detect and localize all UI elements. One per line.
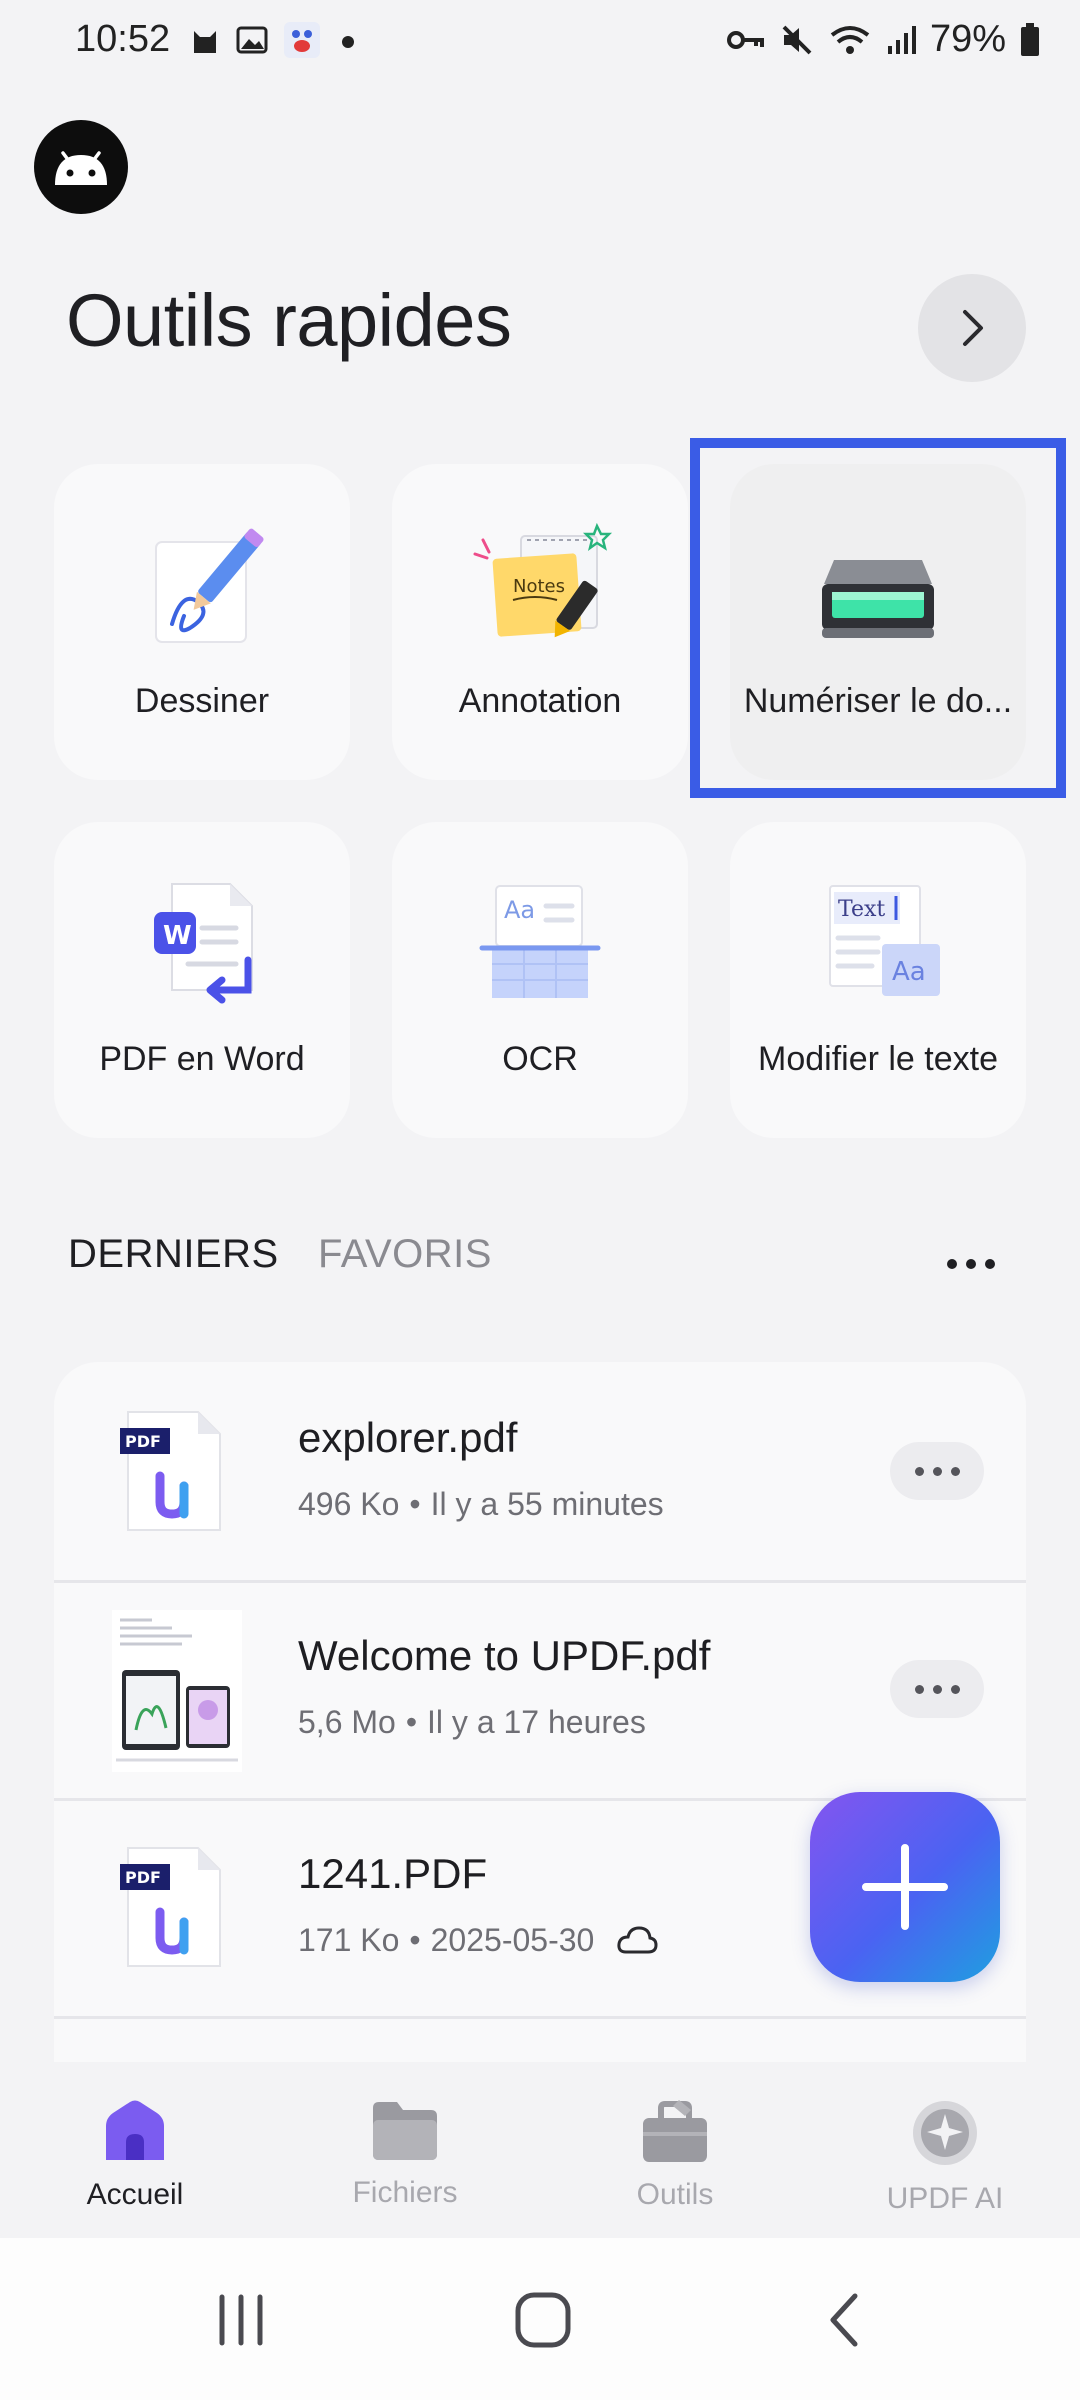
cat-icon bbox=[194, 31, 216, 53]
pdf-file-icon: PDF bbox=[120, 1411, 221, 1531]
nav-label: Accueil bbox=[86, 2178, 184, 2211]
tool-label: Modifier le texte bbox=[758, 1040, 998, 1078]
nav-tools[interactable]: Outils bbox=[575, 2098, 775, 2212]
document-preview-thumbnail bbox=[112, 1610, 242, 1772]
meta-separator: • bbox=[409, 1922, 421, 1958]
tool-pdf-to-word[interactable]: W PDF en Word bbox=[54, 822, 350, 1138]
file-meta: 171 Ko • 2025-05-30 bbox=[298, 1922, 658, 1959]
android-icon bbox=[55, 151, 107, 185]
mute-icon bbox=[782, 25, 812, 54]
nav-home[interactable]: Accueil bbox=[35, 2098, 235, 2212]
system-navigation-bar bbox=[0, 2238, 1080, 2400]
system-back-button[interactable] bbox=[800, 2290, 890, 2350]
file-row[interactable]: PDF explorer.pdf 496 Ko • Il y a 55 minu… bbox=[54, 1362, 1026, 1583]
file-name: explorer.pdf bbox=[298, 1414, 518, 1461]
nav-label: UPDF AI bbox=[886, 2182, 1004, 2215]
nav-updf-ai[interactable]: UPDF AI bbox=[845, 2098, 1045, 2216]
avatar[interactable] bbox=[34, 120, 128, 214]
file-name: Welcome to UPDF.pdf bbox=[298, 1632, 711, 1679]
battery-icon bbox=[1021, 22, 1039, 56]
file-name: 1241.PDF bbox=[298, 1850, 488, 1897]
wifi-icon bbox=[830, 25, 870, 54]
chevron-right-icon bbox=[963, 310, 983, 346]
tool-label: Annotation bbox=[458, 682, 622, 720]
paw-icon bbox=[284, 22, 320, 58]
plus-icon bbox=[862, 1844, 948, 1930]
more-horizontal-icon bbox=[947, 1259, 995, 1269]
tab-recent[interactable]: DERNIERS bbox=[68, 1232, 279, 1277]
edit-aa-text: Aa bbox=[892, 957, 926, 987]
tool-label: PDF en Word bbox=[99, 1040, 305, 1078]
file-more-button[interactable] bbox=[890, 1442, 984, 1500]
list-more-button[interactable] bbox=[945, 1236, 997, 1281]
battery-percent: 79% bbox=[929, 18, 1006, 60]
file-row[interactable]: Welcome to UPDF.pdf 5,6 Mo • Il y a 17 h… bbox=[54, 1580, 1026, 1801]
nav-files[interactable]: Fichiers bbox=[305, 2098, 505, 2210]
word-letter: W bbox=[163, 921, 192, 951]
tool-draw[interactable]: Dessiner bbox=[54, 464, 350, 780]
image-icon bbox=[236, 26, 268, 54]
pdf-to-word-icon: W bbox=[154, 883, 253, 1004]
file-size: 171 Ko bbox=[298, 1922, 400, 1958]
edit-text-icon: Text Aa bbox=[829, 885, 940, 996]
system-home-button[interactable] bbox=[498, 2290, 588, 2350]
toolbox-icon bbox=[643, 2100, 707, 2162]
annotation-icon: Notes bbox=[473, 522, 613, 638]
selection-highlight bbox=[690, 438, 1066, 798]
tool-label: OCR bbox=[502, 1040, 578, 1078]
quick-tools-more-button[interactable] bbox=[918, 274, 1026, 382]
pdf-badge: PDF bbox=[125, 1432, 161, 1451]
draw-icon bbox=[155, 528, 264, 643]
home-circle-icon bbox=[515, 2292, 571, 2348]
pdf-badge: PDF bbox=[125, 1868, 161, 1887]
file-meta: 496 Ko • Il y a 55 minutes bbox=[298, 1486, 664, 1523]
status-bar: 10:52 79% bbox=[0, 0, 1080, 90]
tool-edit-text[interactable]: Text Aa Modifier le texte bbox=[730, 822, 1026, 1138]
pdf-file-icon: PDF bbox=[120, 1847, 221, 1967]
status-icons-right: 79% bbox=[726, 18, 1040, 61]
ocr-aa-text: Aa bbox=[504, 896, 535, 924]
signal-icon bbox=[887, 25, 916, 54]
recents-icon bbox=[219, 2294, 263, 2346]
file-meta: 5,6 Mo • Il y a 17 heures bbox=[298, 1704, 646, 1741]
ai-icon bbox=[913, 2101, 977, 2165]
nav-label: Outils bbox=[636, 2178, 714, 2211]
file-more-button[interactable] bbox=[890, 1660, 984, 1718]
home-icon bbox=[106, 2100, 164, 2160]
tool-ocr[interactable]: Aa OCR bbox=[392, 822, 688, 1138]
file-size: 496 Ko bbox=[298, 1486, 400, 1522]
edit-text-label: Text bbox=[838, 897, 885, 922]
key-icon bbox=[726, 30, 764, 49]
tool-annotation[interactable]: Notes Annotation bbox=[392, 464, 688, 780]
tool-label: Dessiner bbox=[134, 682, 270, 720]
cloud-icon bbox=[617, 1925, 658, 1953]
notes-text: Notes bbox=[513, 576, 565, 597]
meta-separator: • bbox=[405, 1704, 418, 1740]
meta-separator: • bbox=[409, 1486, 421, 1522]
file-time: 2025-05-30 bbox=[430, 1922, 595, 1958]
file-time: Il y a 55 minutes bbox=[430, 1486, 664, 1522]
status-time: 10:52 bbox=[75, 18, 171, 60]
tab-favorites[interactable]: FAVORIS bbox=[318, 1232, 492, 1277]
add-button[interactable] bbox=[810, 1792, 1000, 1982]
page-title: Outils rapides bbox=[66, 279, 512, 362]
bottom-nav: Accueil Fichiers Outils UPDF AI bbox=[0, 2062, 1080, 2238]
ocr-icon: Aa bbox=[479, 885, 601, 998]
status-icons-left bbox=[190, 22, 360, 58]
back-icon bbox=[830, 2293, 858, 2347]
file-size: 5,6 Mo bbox=[298, 1704, 396, 1740]
file-row[interactable] bbox=[54, 2016, 1026, 2062]
dot-icon bbox=[342, 36, 354, 48]
folder-icon bbox=[373, 2102, 437, 2160]
file-time: Il y a 17 heures bbox=[427, 1704, 646, 1740]
system-recents-button[interactable] bbox=[196, 2290, 286, 2350]
nav-label: Fichiers bbox=[352, 2176, 458, 2209]
